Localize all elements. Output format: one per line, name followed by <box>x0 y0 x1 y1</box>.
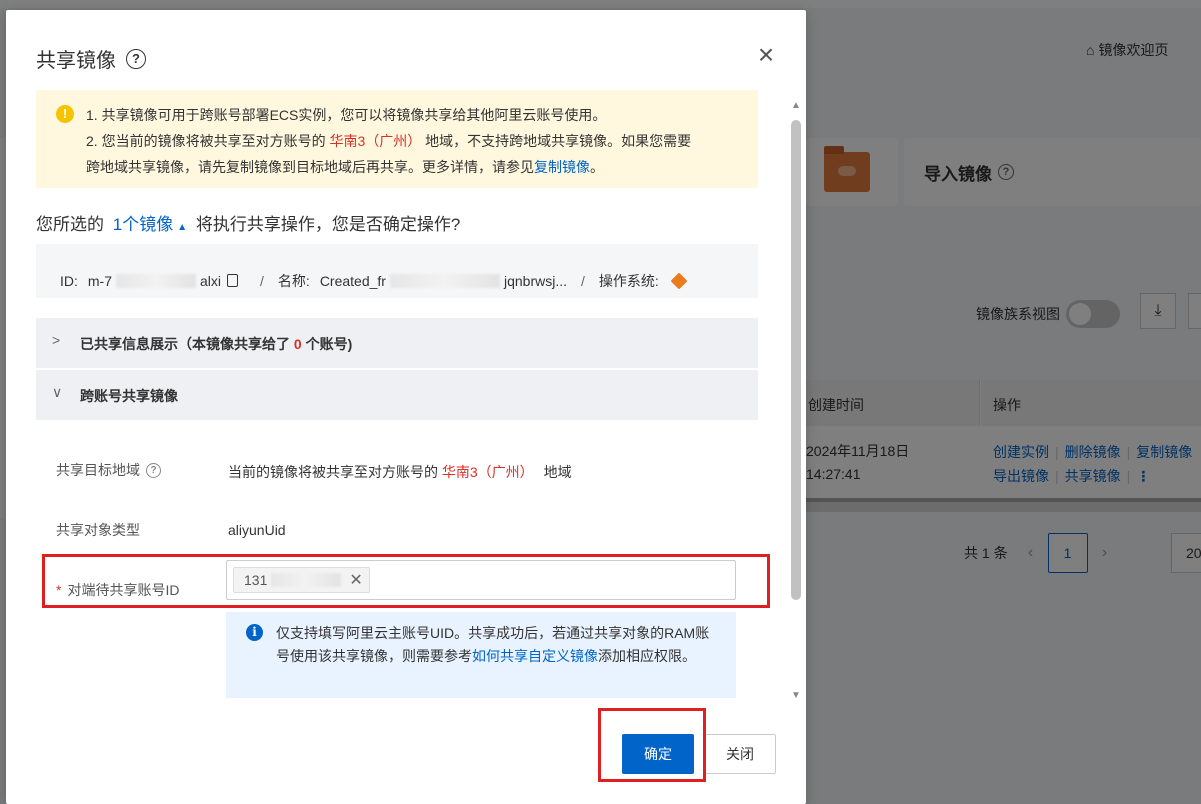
cross-account-panel-header[interactable]: ∨ 跨账号共享镜像 <box>36 370 758 420</box>
warning-line-1: 1. 共享镜像可用于跨账号部署ECS实例，您可以将镜像共享给其他阿里云账号使用。 <box>86 107 607 123</box>
hint-text-2: 添加相应权限。 <box>598 648 696 664</box>
info-icon: i <box>246 624 263 641</box>
dialog-body: ! 1. 共享镜像可用于跨账号部署ECS实例，您可以将镜像共享给其他阿里云账号使… <box>36 90 758 730</box>
warning-notice: ! 1. 共享镜像可用于跨账号部署ECS实例，您可以将镜像共享给其他阿里云账号使… <box>36 90 758 188</box>
shared-info-suffix: 个账号) <box>305 336 353 352</box>
region-value-prefix: 当前的镜像将被共享至对方账号的 <box>228 464 438 480</box>
selected-images-label: 1个镜像 <box>112 215 174 234</box>
close-button[interactable]: 关闭 <box>704 734 776 774</box>
os-icon <box>670 272 688 289</box>
region-name: 华南3（广州） <box>329 133 422 149</box>
id-label: ID: <box>60 272 78 289</box>
close-icon[interactable]: × <box>754 41 778 69</box>
copy-image-link[interactable]: 复制镜像 <box>534 159 590 175</box>
warning-line-2-suffix: 地域，不支持跨地域共享镜像。如果您需要 <box>425 133 692 149</box>
selected-images-toggle[interactable]: 1个镜像 ▲ <box>113 215 187 234</box>
separator: / <box>260 272 264 289</box>
share-image-dialog: 共享镜像 ? × ! 1. 共享镜像可用于跨账号部署ECS实例，您可以将镜像共享… <box>6 10 806 804</box>
share-type-label-text: 共享对象类型 <box>56 522 140 538</box>
help-icon[interactable]: ? <box>126 48 146 69</box>
scroll-up-icon[interactable]: ▲ <box>791 100 801 111</box>
shared-info-prefix: 已共享信息展示（本镜像共享给了 <box>80 336 290 352</box>
confirm-suffix: 将执行共享操作，您是否确定操作? <box>195 215 461 234</box>
confirm-question: 您所选的 1个镜像 ▲ 将执行共享操作，您是否确定操作? <box>36 210 460 235</box>
confirm-prefix: 您所选的 <box>36 215 104 234</box>
dialog-title-text: 共享镜像 <box>36 50 116 72</box>
warning-line-2: 2. 您当前的镜像将被共享至对方账号的 华南3（广州） 地域，不支持跨地域共享镜… <box>86 128 738 154</box>
target-region-value: 当前的镜像将被共享至对方账号的 华南3（广州） 地域 <box>228 462 572 482</box>
dialog-title: 共享镜像 ? <box>36 44 146 73</box>
warning-line-3-suffix: 。 <box>590 159 604 175</box>
share-type-label: 共享对象类型 <box>56 520 140 540</box>
dialog-scrollbar[interactable]: ▲ ▼ <box>788 100 802 706</box>
warning-icon: ! <box>56 105 74 123</box>
name-label: 名称: <box>277 272 310 289</box>
target-region-label-text: 共享目标地域 <box>56 462 140 478</box>
caret-up-icon: ▲ <box>177 222 188 233</box>
chevron-right-icon: > <box>52 332 61 348</box>
redacted-name <box>389 273 500 288</box>
warning-line-3: 跨地域共享镜像，请先复制镜像到目标地域后再共享。更多详情，请参见复制镜像。 <box>86 154 738 180</box>
image-name-prefix: Created_fr <box>319 272 386 289</box>
warning-line-3-prefix: 跨地域共享镜像，请先复制镜像到目标地域后再共享。更多详情，请参见 <box>86 159 534 175</box>
shared-info-panel-header[interactable]: > 已共享信息展示（本镜像共享给了 0 个账号) <box>36 318 758 368</box>
region-value-region: 华南3（广州） <box>441 464 534 480</box>
separator: / <box>581 272 585 289</box>
scroll-thumb[interactable] <box>791 120 801 600</box>
how-to-share-link[interactable]: 如何共享自定义镜像 <box>472 648 598 664</box>
copy-icon[interactable] <box>227 274 239 287</box>
region-value-suffix: 地域 <box>543 464 572 480</box>
shared-account-count: 0 <box>293 336 302 352</box>
share-type-value: aliyunUid <box>228 522 286 538</box>
scroll-down-icon[interactable]: ▼ <box>791 690 801 701</box>
highlight-box-confirm <box>598 708 706 782</box>
uid-hint-notice: i 仅支持填写阿里云主账号UID。共享成功后，若通过共享对象的RAM账号使用该共… <box>226 612 736 698</box>
image-id-suffix: alxi <box>200 272 222 289</box>
image-id-prefix: m-7 <box>87 272 113 289</box>
chevron-down-icon: ∨ <box>52 384 63 400</box>
help-icon[interactable]: ? <box>146 462 161 478</box>
target-region-label: 共享目标地域 ? <box>56 460 161 480</box>
cross-account-title: 跨账号共享镜像 <box>80 388 178 404</box>
os-label: 操作系统: <box>598 272 659 289</box>
image-name-suffix: jqnbrwsj... <box>503 272 567 289</box>
highlight-box-uid <box>42 554 770 608</box>
image-info-strip: ID: m-7 alxi / 名称: Created_fr jqnbrwsj..… <box>36 244 758 298</box>
warning-line-2-prefix: 2. 您当前的镜像将被共享至对方账号的 <box>86 133 326 149</box>
redacted-id <box>116 273 197 288</box>
